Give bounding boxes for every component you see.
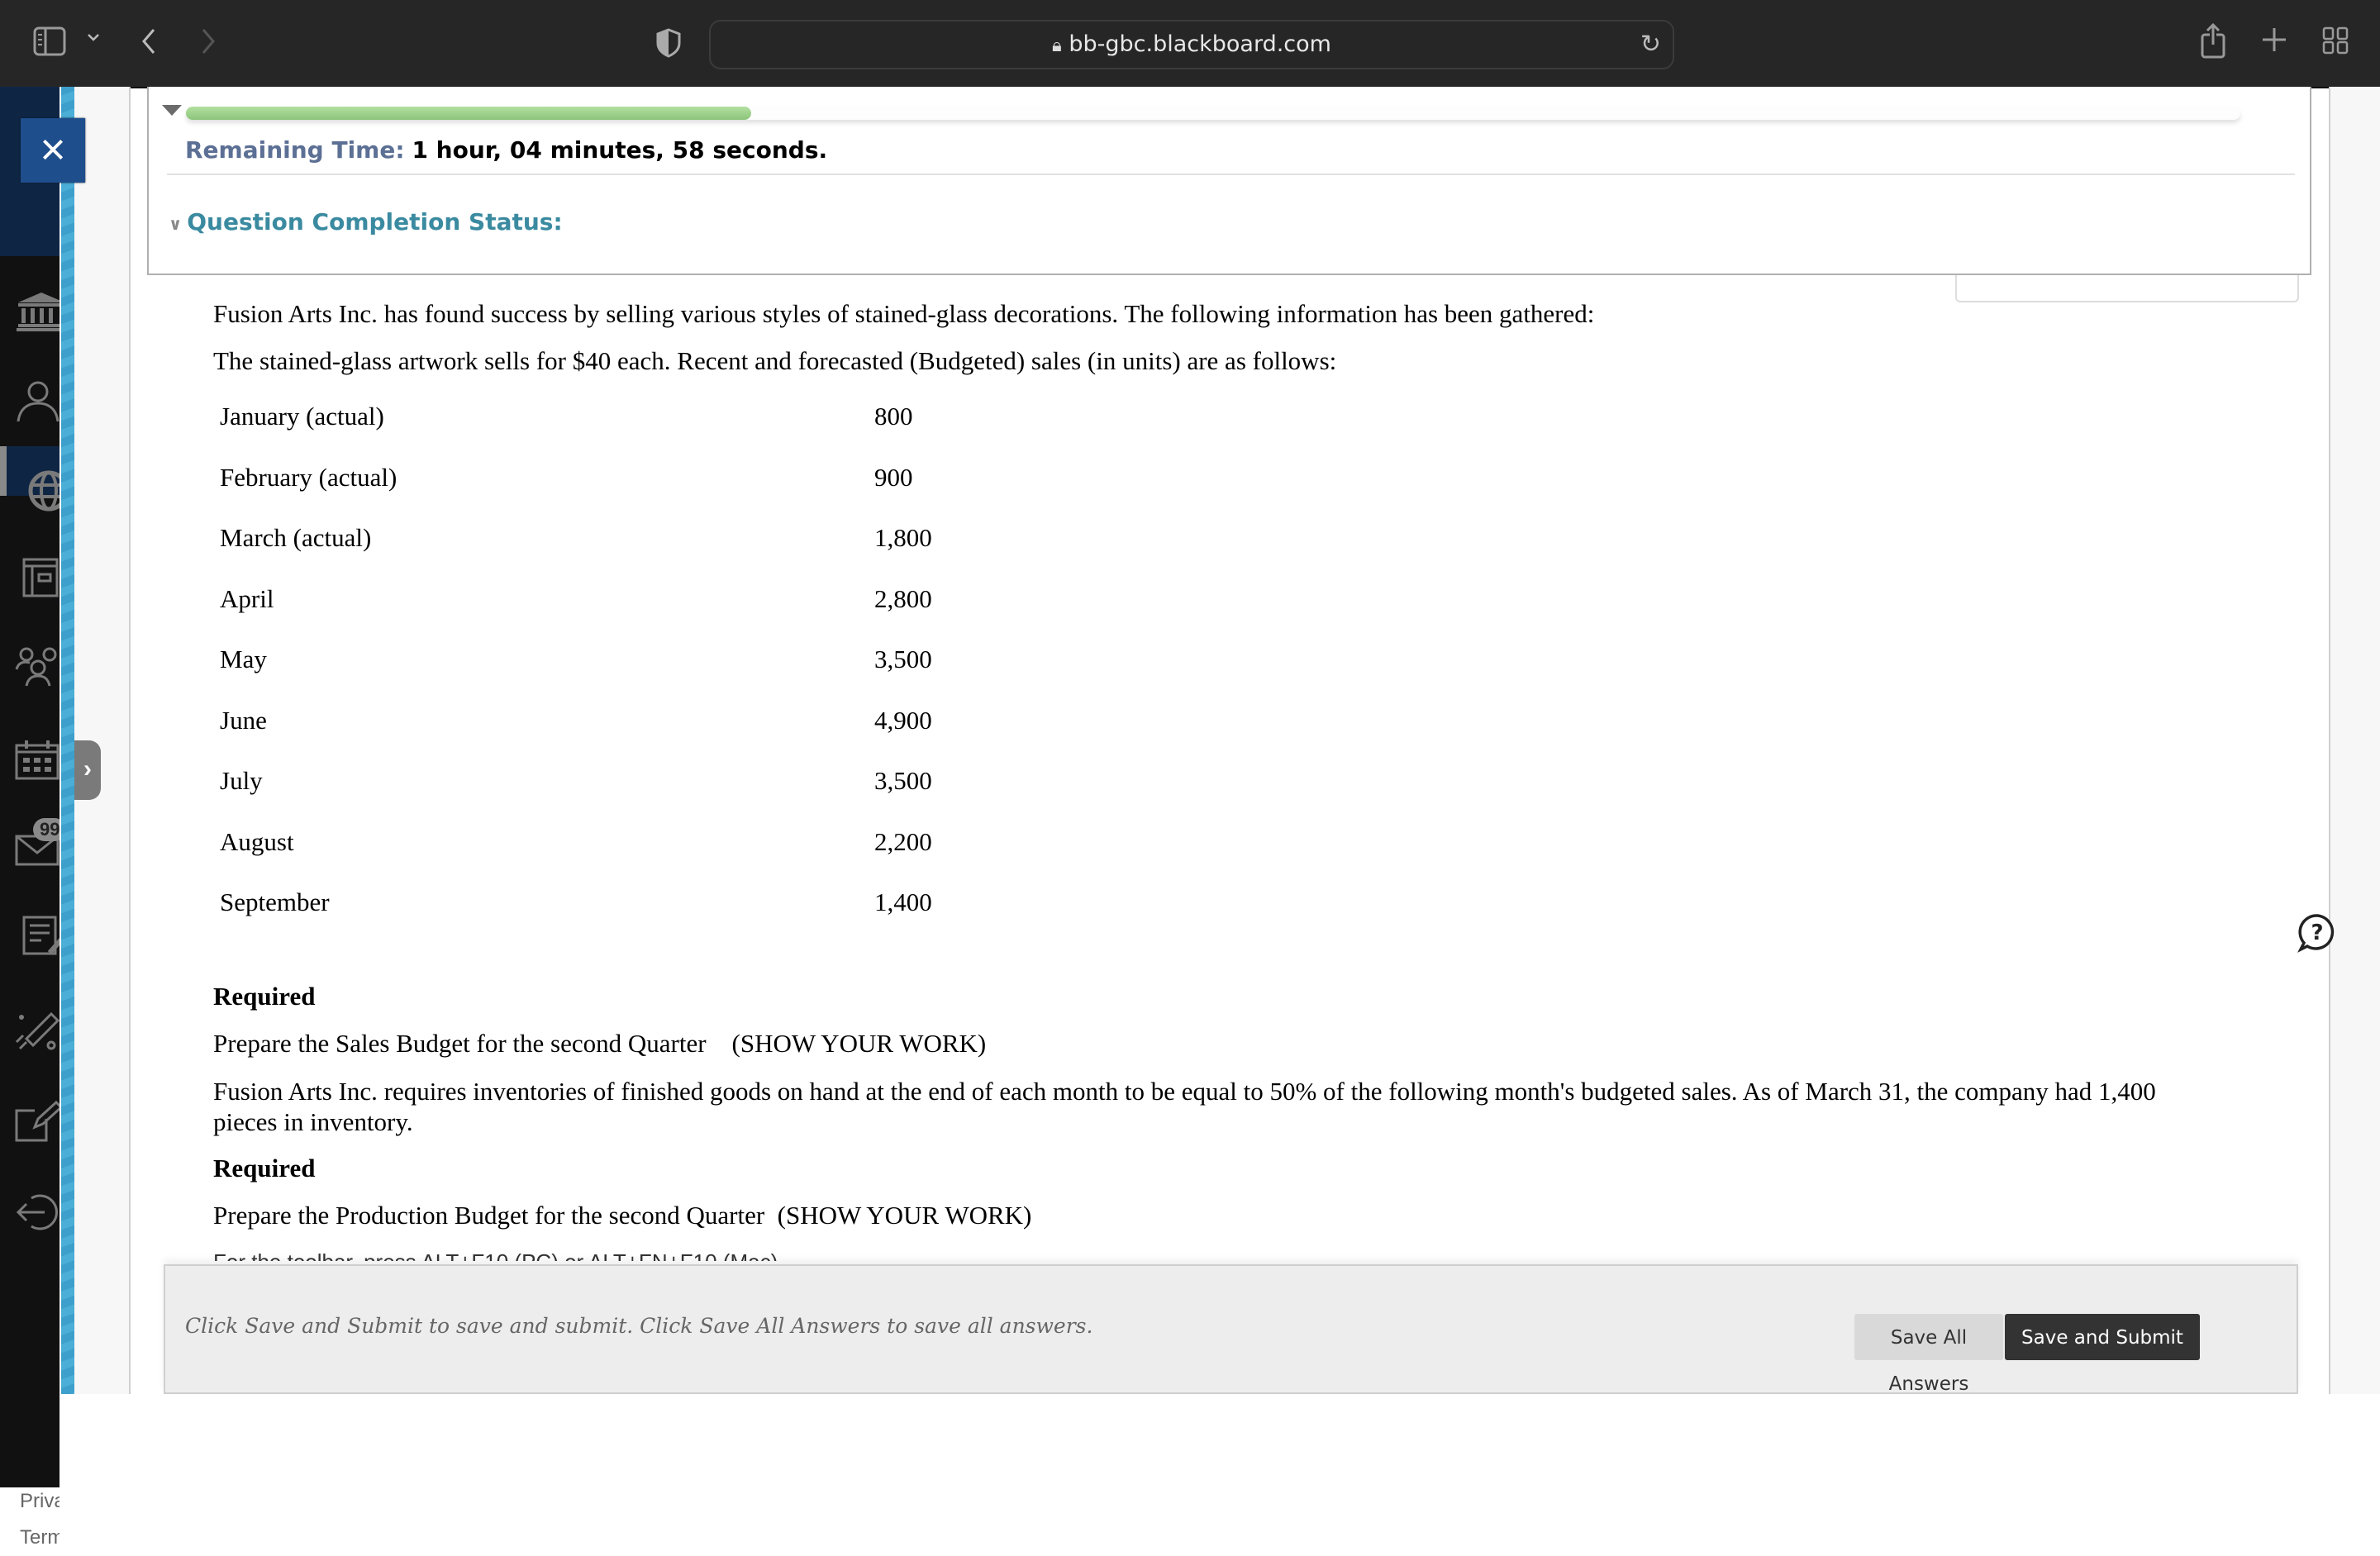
sales-row-month: August [220, 826, 294, 856]
svg-text:?: ? [2311, 921, 2323, 945]
new-tab-icon[interactable] [2261, 26, 2287, 57]
lock-icon: 🔒︎ [1052, 36, 1062, 56]
double-chevron-down-icon: ∨ [169, 214, 183, 234]
reload-icon[interactable]: ↻ [1640, 30, 1661, 59]
save-all-answers-button[interactable]: Save All Answers [1854, 1314, 2003, 1395]
sales-row-month: July [220, 766, 263, 795]
time-progress-fill [186, 107, 751, 120]
sales-row-units: 2,200 [874, 826, 932, 856]
sales-row-month: January (actual) [220, 402, 384, 431]
sales-row-units: 3,500 [874, 766, 932, 795]
sales-row-month: March (actual) [220, 523, 372, 552]
left-navigation: 99 Privacy Terms [0, 87, 69, 1549]
sales-row-month: June [220, 705, 267, 735]
sales-row-month: February (actual) [220, 462, 397, 492]
calendar-icon[interactable] [15, 737, 60, 782]
remaining-time: Remaining Time: 1 hour, 04 minutes, 58 s… [185, 136, 827, 164]
tools-icon[interactable] [15, 1006, 60, 1050]
required-heading-2: Required [213, 1154, 316, 1182]
address-bar[interactable]: 🔒︎ bb-gbc.blackboard.com ↻ [709, 20, 1674, 69]
profile-icon[interactable] [15, 378, 60, 423]
question-completion-status-toggle[interactable]: ∨ Question Completion Status: [169, 208, 563, 236]
institution-icon[interactable] [15, 289, 60, 334]
share-icon[interactable] [2200, 22, 2226, 64]
sales-row-units: 1,800 [874, 523, 932, 552]
nav-edge-stripe [60, 87, 76, 1394]
remaining-time-value: 1 hour, 04 minutes, 58 seconds. [412, 136, 828, 164]
groups-icon[interactable] [15, 645, 60, 689]
forward-icon[interactable] [200, 26, 217, 60]
terms-link[interactable]: Terms [20, 1520, 60, 1556]
sales-row-month: April [220, 583, 274, 613]
required-heading-1: Required [213, 982, 316, 1011]
sales-row-units: 4,900 [874, 705, 932, 735]
divider [167, 174, 2295, 175]
url-text: bb-gbc.blackboard.com [1069, 31, 1331, 57]
right-gutter [2329, 87, 2380, 1394]
sales-row-units: 2,800 [874, 583, 932, 613]
required-text-1: Prepare the Sales Budget for the second … [213, 1029, 987, 1058]
inventory-text: Fusion Arts Inc. requires inventories of… [213, 1077, 2156, 1136]
edit-icon[interactable] [15, 1099, 60, 1144]
submit-instructions: Click Save and Submit to save and submit… [185, 1314, 1093, 1338]
sales-row-units: 3,500 [874, 645, 932, 673]
save-and-submit-button[interactable]: Save and Submit [2005, 1314, 2200, 1360]
test-header-panel: Remaining Time: 1 hour, 04 minutes, 58 s… [147, 87, 2311, 275]
sign-out-icon[interactable] [15, 1190, 60, 1235]
remaining-time-label: Remaining Time: [185, 136, 405, 164]
sales-row-month: May [220, 645, 267, 673]
sales-row-units: 900 [874, 462, 913, 492]
shield-icon[interactable] [656, 28, 681, 62]
tab-overview-icon[interactable] [2322, 26, 2349, 59]
price-text: The stained-glass artwork sells for $40 … [213, 346, 1337, 375]
chevron-down-icon[interactable] [86, 31, 101, 47]
sales-row-units: 800 [874, 402, 913, 431]
sidebar-icon[interactable] [33, 26, 66, 60]
expand-panel-button[interactable]: › [74, 740, 101, 800]
required-text-2: Prepare the Production Budget for the se… [213, 1201, 1032, 1230]
privacy-link[interactable]: Privacy [20, 1483, 60, 1520]
close-nav-button[interactable]: × [21, 118, 85, 183]
question-completion-status-label: Question Completion Status: [187, 208, 563, 236]
collapse-triangle-icon[interactable] [162, 105, 182, 116]
intro-text: Fusion Arts Inc. has found success by se… [213, 299, 1595, 328]
sales-row-units: 1,400 [874, 887, 932, 916]
sales-row-month: September [220, 887, 330, 916]
back-icon[interactable] [140, 26, 157, 60]
browser-toolbar: 🔒︎ bb-gbc.blackboard.com ↻ [0, 0, 2380, 88]
submit-bar: Click Save and Submit to save and submit… [164, 1264, 2298, 1395]
time-progress-bar [186, 107, 2240, 120]
help-chat-icon[interactable]: ? [2297, 913, 2337, 953]
editor-toolbar-hint: For the toolbar, press ALT+F10 (PC) or A… [213, 1249, 783, 1261]
